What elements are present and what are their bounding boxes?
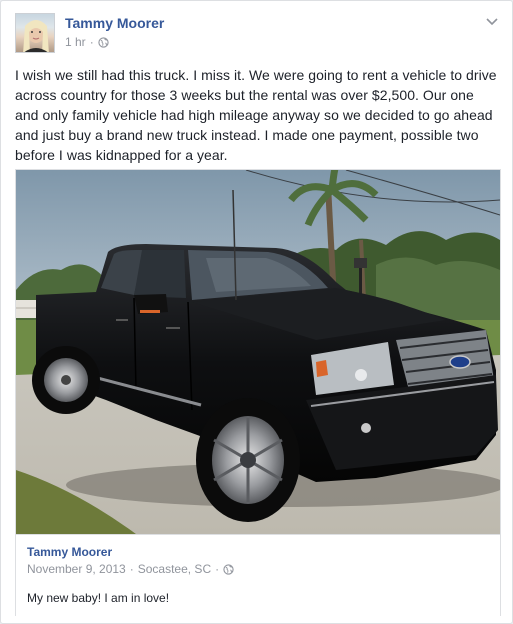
globe-icon[interactable] [223, 563, 234, 575]
post-author-link[interactable]: Tammy Moorer [65, 15, 164, 31]
globe-icon[interactable] [98, 36, 109, 48]
meta-separator: · [129, 562, 134, 576]
shared-author-link[interactable]: Tammy Moorer [27, 545, 112, 559]
shared-date-link[interactable]: November 9, 2013 [27, 562, 126, 576]
meta-separator: · [89, 35, 94, 49]
meta-separator: · [215, 562, 220, 576]
post-timestamp[interactable]: 1 hr [65, 35, 86, 49]
post-body-text: I wish we still had this truck. I miss i… [15, 67, 497, 163]
post-meta: 1 hr · [65, 35, 109, 49]
shared-location-link[interactable]: Socastee, SC [138, 562, 211, 576]
post-card: Tammy Moorer 1 hr · I wish we still had … [0, 0, 513, 624]
post-header: Tammy Moorer 1 hr · [15, 13, 501, 55]
chevron-down-icon[interactable] [485, 17, 499, 27]
shared-post-footer: Tammy Moorer November 9, 2013 · Socastee… [16, 534, 500, 616]
shared-post-text: My new baby! I am in love! [27, 591, 170, 605]
shared-post-meta: November 9, 2013 · Socastee, SC · [27, 562, 234, 576]
truck-photo[interactable] [16, 170, 500, 534]
shared-post[interactable]: Tammy Moorer November 9, 2013 · Socastee… [15, 169, 501, 616]
avatar[interactable] [15, 13, 55, 53]
